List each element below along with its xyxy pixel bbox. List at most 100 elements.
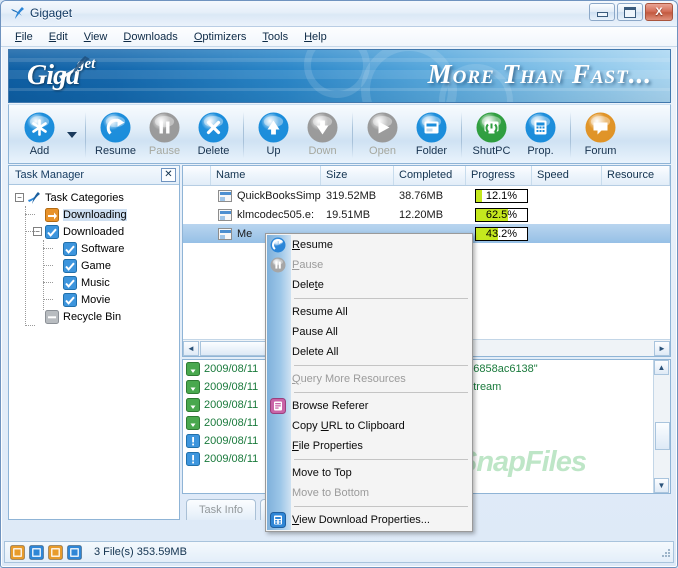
tree-connector <box>43 265 53 266</box>
row-completed-cell: 38.76MB <box>399 189 444 202</box>
menu-optimizers[interactable]: Optimizers <box>186 29 255 45</box>
column-header-progress[interactable]: Progress <box>466 166 532 185</box>
gigaget-window: Gigaget X File Edit View Downloads Optimizer… <box>0 0 678 568</box>
tree-item-software[interactable]: Software <box>15 240 179 257</box>
status-icon-group <box>10 544 86 560</box>
minimize-button[interactable] <box>589 3 615 21</box>
progress-bar: 62.5% <box>475 207 528 222</box>
context-menu-item-label: Move to Top <box>292 467 352 479</box>
context-menu-item-resume-all[interactable]: Resume All <box>266 302 472 322</box>
download-context-menu: Resume Pause Delete Resume All Pause All Dele… <box>265 233 473 532</box>
row-size-cell: 319.52MB <box>326 189 377 202</box>
close-icon[interactable]: ✕ <box>161 168 176 182</box>
toolbar-shutpc-button[interactable]: ShutPC <box>467 109 516 161</box>
maximize-button[interactable] <box>617 3 643 21</box>
download-row[interactable]: QuickBooksSimp 319.52MB 38.76MB 12.1% <box>183 186 670 205</box>
column-header-speed[interactable]: Speed <box>532 166 602 185</box>
banner-bird-icon <box>57 54 93 84</box>
context-menu-item-label: Delete <box>292 279 324 291</box>
menu-tools[interactable]: Tools <box>254 29 296 45</box>
toolbar-button-label: Pause <box>148 145 181 157</box>
toolbar-folder-button[interactable]: Folder <box>407 109 456 161</box>
toolbar-prop-button[interactable]: Prop. <box>516 109 565 161</box>
tree-item-downloading[interactable]: Downloading <box>15 206 179 223</box>
progress-bar: 43.2% <box>475 226 528 241</box>
tree-item-music[interactable]: Music <box>15 274 179 291</box>
vscroll-thumb[interactable] <box>655 422 670 450</box>
toolbar-forum-button[interactable]: Forum <box>576 109 625 161</box>
column-header-name[interactable]: Name <box>211 166 321 185</box>
download-row[interactable]: klmcodec505.e: 19.51MB 12.20MB 62.5% <box>183 205 670 224</box>
scroll-left-icon[interactable]: ◄ <box>183 340 199 356</box>
toolbar-resume-button[interactable]: Resume <box>91 109 140 161</box>
menu-file[interactable]: File <box>7 29 41 45</box>
scroll-down-icon[interactable]: ▼ <box>654 478 669 493</box>
tree-item-recycle-bin[interactable]: Recycle Bin <box>15 308 179 325</box>
context-menu-item-pause-all[interactable]: Pause All <box>266 322 472 342</box>
tree-item-movie[interactable]: Movie <box>15 291 179 308</box>
window-title: Gigaget <box>30 6 73 20</box>
log-vscrollbar[interactable]: ▲ ▼ <box>653 360 670 493</box>
context-menu-item-resume[interactable]: Resume <box>266 235 472 255</box>
info-blue-icon[interactable] <box>67 544 82 560</box>
toolbar-down-button[interactable]: Down <box>298 109 347 161</box>
tree-item-game[interactable]: Game <box>15 257 179 274</box>
column-header-status[interactable] <box>183 166 211 185</box>
downloaded-check-icon <box>45 224 59 239</box>
tree-item-label: Downloading <box>63 208 127 221</box>
toolbar-button-label: ShutPC <box>472 145 511 157</box>
context-menu-item-copy-url-to-clipboard[interactable]: Copy URL to Clipboard <box>266 416 472 436</box>
tree-item-label: Task Categories <box>45 191 124 204</box>
pause-bars-icon <box>149 112 180 143</box>
tree-item-downloaded[interactable]: − Downloaded <box>15 223 179 240</box>
row-name-label: klmcodec505.e: <box>237 208 315 221</box>
row-completed-cell: 12.20MB <box>399 208 444 221</box>
log-timestamp: 2009/08/11 <box>204 381 259 393</box>
toolbar-up-button[interactable]: Up <box>249 109 298 161</box>
tasks-orange-icon[interactable] <box>10 544 25 560</box>
close-button[interactable]: X <box>645 3 673 21</box>
menu-help[interactable]: Help <box>296 29 335 45</box>
context-menu-item-file-properties[interactable]: File Properties <box>266 436 472 456</box>
banner-slogan: More Than Fast... <box>427 59 652 89</box>
pause-bars-icon <box>270 257 286 273</box>
context-menu-item-label: View Download Properties... <box>292 514 430 526</box>
context-menu-separator <box>266 456 472 463</box>
context-menu-item-delete[interactable]: Delete <box>266 275 472 295</box>
tree-item-task-categories[interactable]: − Task Categories <box>15 189 179 206</box>
progress-bar: 12.1% <box>475 188 528 203</box>
menu-downloads[interactable]: Downloads <box>115 29 185 45</box>
context-menu-item-move-to-top[interactable]: Move to Top <box>266 463 472 483</box>
toolbar-delete-button[interactable]: Delete <box>189 109 238 161</box>
menu-view[interactable]: View <box>76 29 116 45</box>
context-menu-item-label: File Properties <box>292 440 363 452</box>
tree-item-label: Movie <box>81 293 111 306</box>
alert-blue-icon[interactable] <box>29 544 44 560</box>
scroll-up-icon[interactable]: ▲ <box>654 360 669 375</box>
scroll-right-icon[interactable]: ► <box>654 340 670 356</box>
tab-task-info[interactable]: Task Info <box>186 499 257 520</box>
toolbar-add-button[interactable]: Add <box>15 109 64 161</box>
row-size-cell: 19.51MB <box>326 208 371 221</box>
toolbar-pause-button[interactable]: Pause <box>140 109 189 161</box>
share-orange-icon[interactable] <box>48 544 63 560</box>
context-menu-separator <box>266 389 472 396</box>
column-header-size[interactable]: Size <box>321 166 394 185</box>
column-header-completed[interactable]: Completed <box>394 166 466 185</box>
progress-label: 43.2% <box>485 227 518 240</box>
context-menu-item-view-download-properties[interactable]: View Download Properties... <box>266 510 472 530</box>
tree-expander[interactable]: − <box>15 193 24 202</box>
context-menu-item-label: Browse Referer <box>292 400 369 412</box>
add-dropdown-caret-icon[interactable] <box>64 109 80 161</box>
context-menu-item-browse-referer[interactable]: Browse Referer <box>266 396 472 416</box>
resize-grip-icon[interactable] <box>659 548 671 560</box>
context-menu-item-delete-all[interactable]: Delete All <box>266 342 472 362</box>
file-app-icon <box>218 227 232 240</box>
column-header-resource[interactable]: Resource <box>602 166 670 185</box>
row-name-label: QuickBooksSimp <box>237 189 321 202</box>
menu-edit[interactable]: Edit <box>41 29 76 45</box>
toolbar-open-button[interactable]: Open <box>358 109 407 161</box>
status-text: 3 File(s) 353.59MB <box>94 546 187 558</box>
context-menu-item-label: Query More Resources <box>292 373 406 385</box>
context-menu-separator <box>266 503 472 510</box>
